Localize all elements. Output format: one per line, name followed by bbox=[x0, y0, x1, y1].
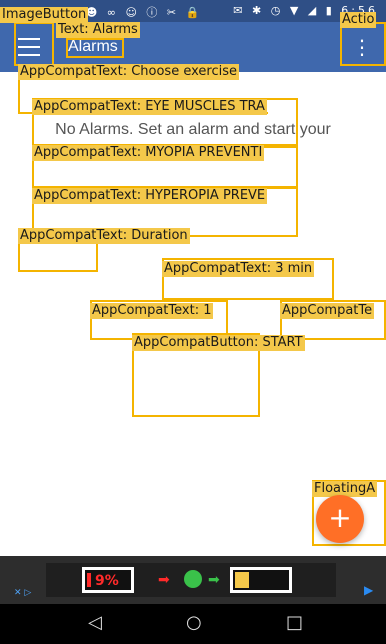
overlay-label-eye-muscles: AppCompatText: EYE MUSCLES TRA bbox=[32, 99, 267, 115]
overlay-label-appcompat-te: AppCompatTe bbox=[280, 303, 375, 319]
overlay-box-action bbox=[340, 22, 386, 66]
overlay-label-hyperopia: AppCompatText: HYPEROPIA PREVE bbox=[32, 188, 268, 204]
overlay-label-image-button: ImageButton bbox=[0, 7, 89, 23]
play-store-icon: ▶ bbox=[364, 583, 374, 597]
adchoices-icon[interactable]: ✕ ▷ bbox=[14, 588, 31, 598]
battery-percent: 9% bbox=[95, 573, 119, 589]
charge-icon bbox=[184, 570, 202, 588]
overlay-label-duration: AppCompatText: Duration bbox=[18, 228, 190, 244]
battery-charging-icon bbox=[230, 567, 292, 593]
overlay-box-image-button bbox=[14, 22, 54, 66]
overlay-box-text-alarms bbox=[66, 38, 124, 58]
ad-banner[interactable]: 9% ➡ ➡ ▶ bbox=[46, 563, 373, 597]
arrow-icon: ➡ bbox=[208, 572, 220, 588]
navigation-bar: ◁ ○ □ bbox=[0, 604, 386, 644]
back-icon[interactable]: ◁ bbox=[88, 612, 102, 633]
overlay-label-choose-exercise: AppCompatText: Choose exercise bbox=[18, 64, 239, 80]
overlay-label-one: AppCompatText: 1 bbox=[90, 303, 214, 319]
status-right-glyphs: ✉ ✱ ◷ ▼ ◢ ▮ bbox=[233, 4, 335, 17]
overlay-label-three-min: AppCompatText: 3 min bbox=[162, 261, 315, 277]
overlay-label-action: Actio bbox=[340, 12, 377, 28]
overlay-label-start-button: AppCompatButton: START bbox=[132, 335, 305, 351]
ad-banner-bar[interactable]: 9% ➡ ➡ ▶ ✕ ▷ bbox=[0, 556, 386, 604]
recents-icon[interactable]: □ bbox=[286, 612, 303, 633]
overlay-label-myopia: AppCompatText: MYOPIA PREVENTI bbox=[32, 145, 265, 161]
overlay-label-text-alarms: Text: Alarms bbox=[56, 22, 140, 38]
add-alarm-fab[interactable]: + bbox=[316, 495, 364, 543]
home-icon[interactable]: ○ bbox=[186, 612, 202, 633]
battery-low-icon: 9% bbox=[82, 567, 134, 593]
arrow-icon: ➡ bbox=[158, 572, 170, 588]
